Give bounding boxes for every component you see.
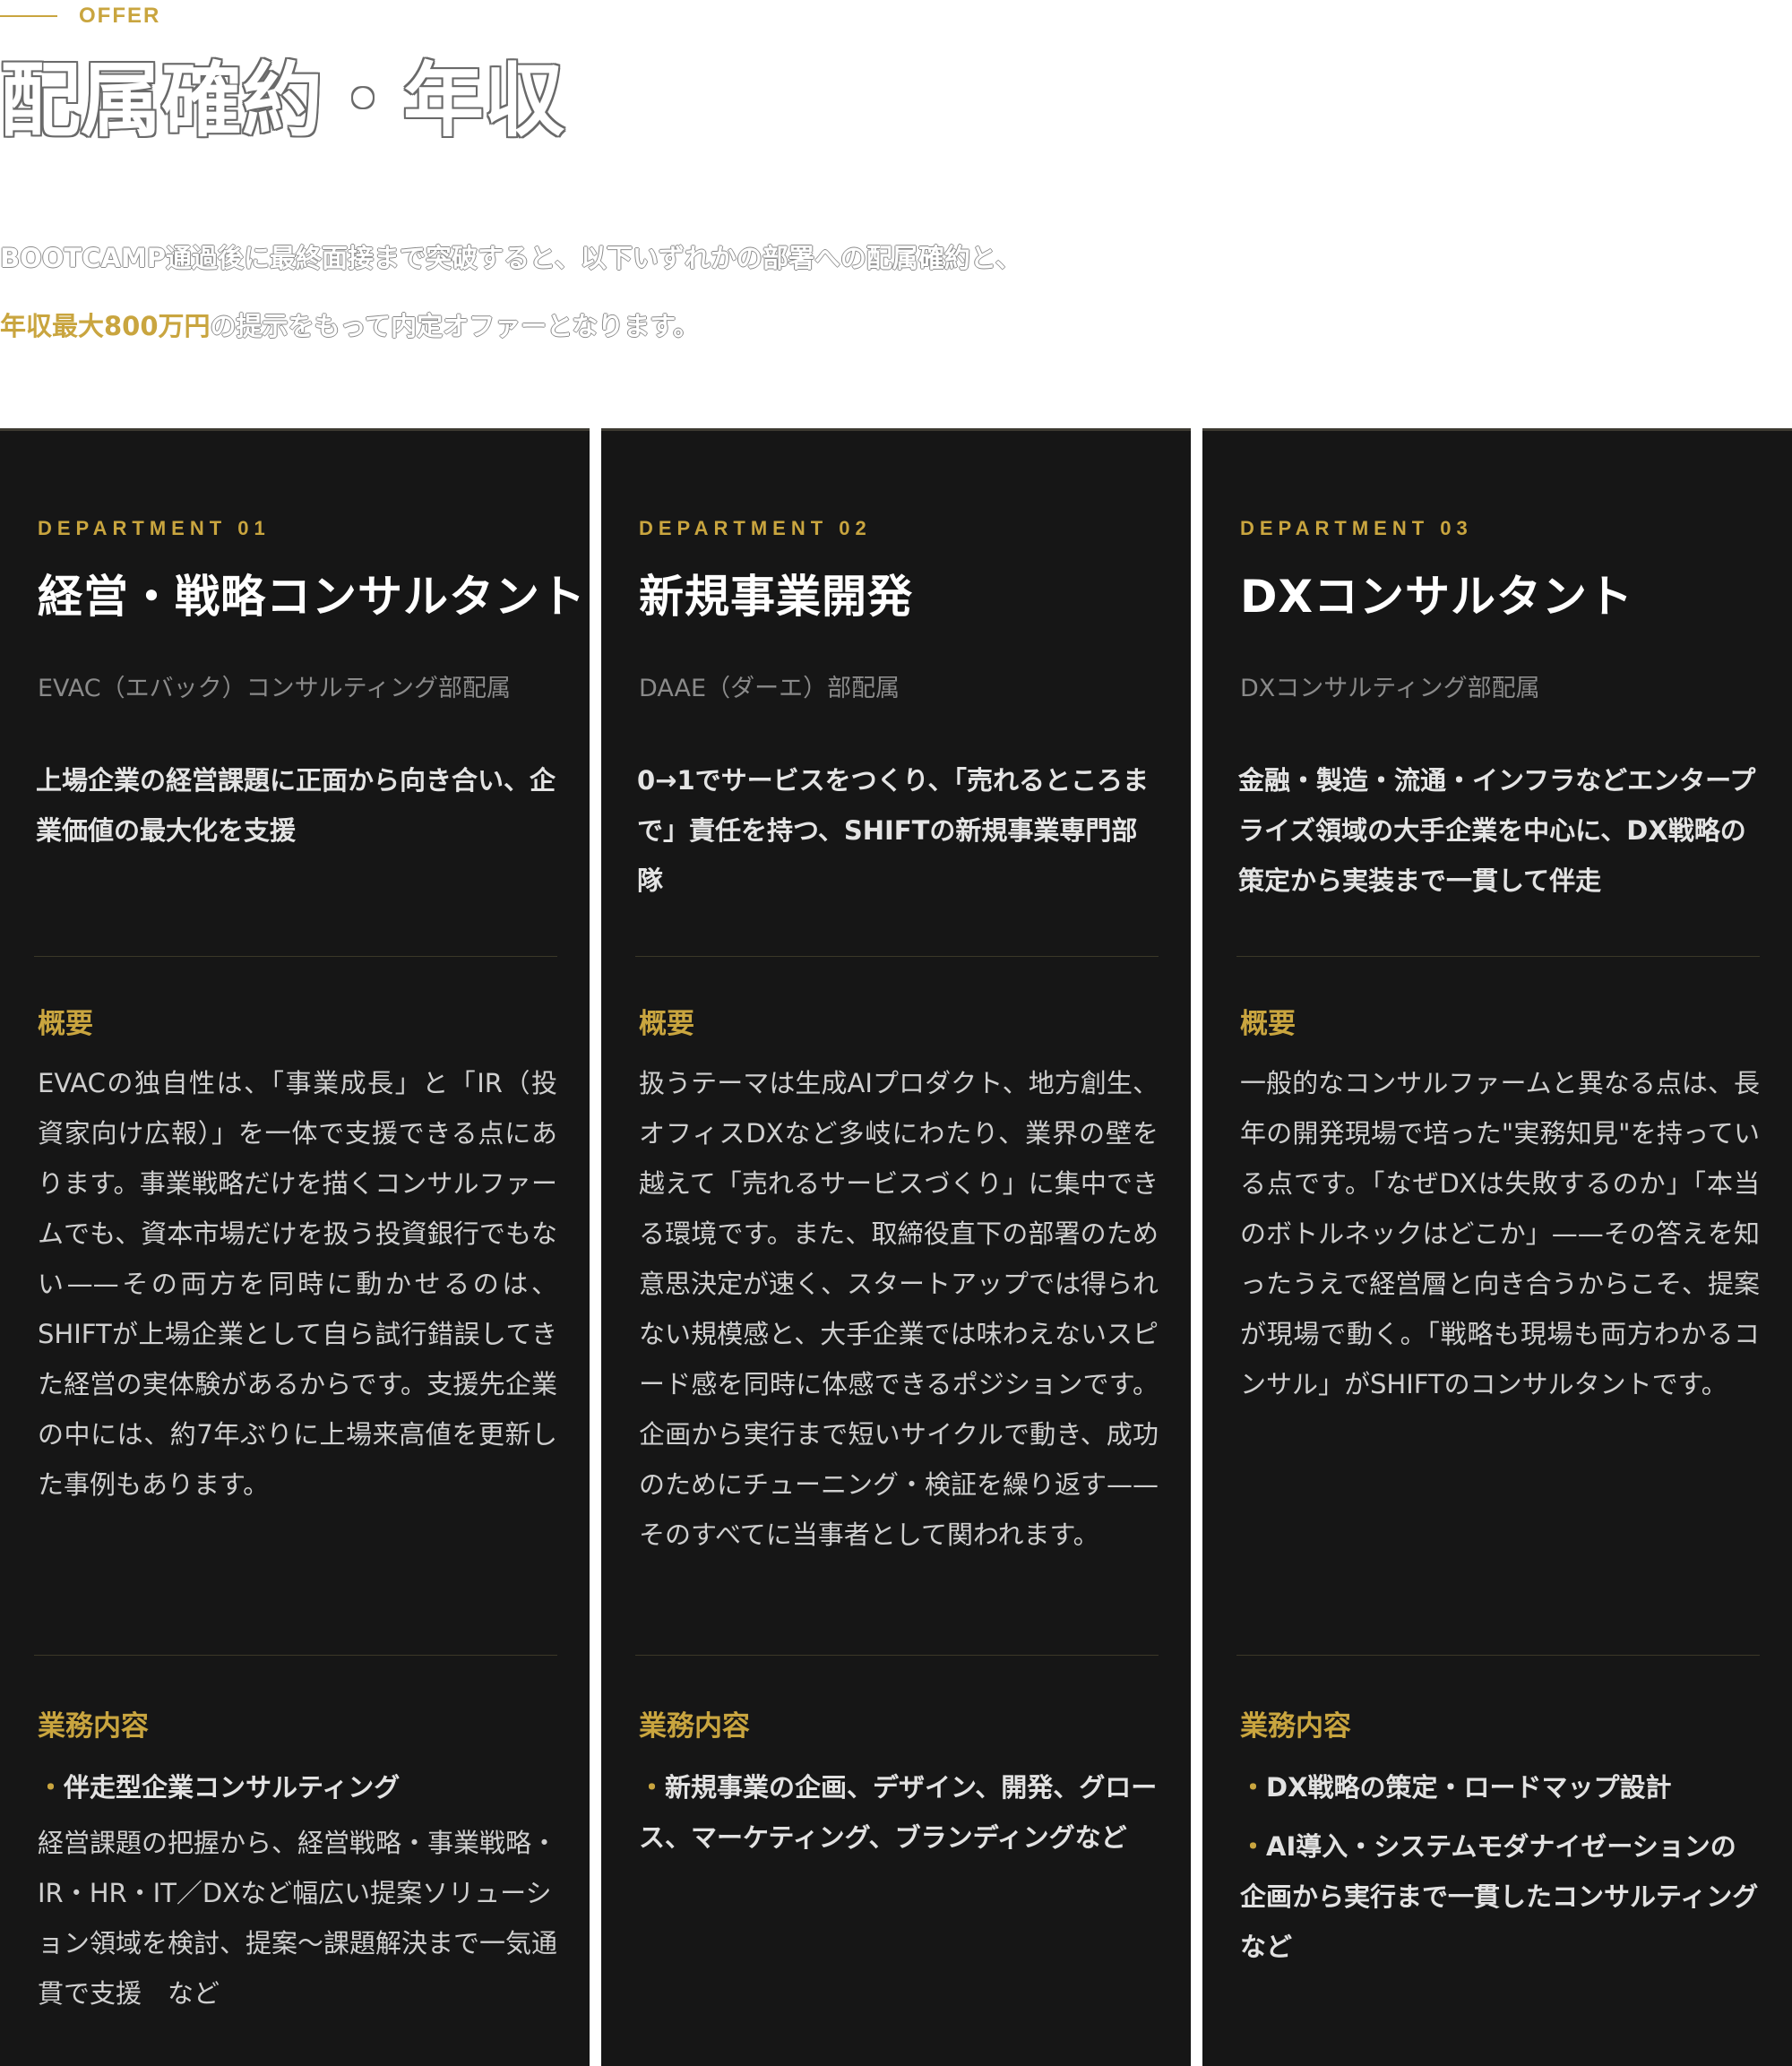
bullet-icon: ・ [38, 1772, 65, 1803]
bullet-icon: ・ [1240, 1831, 1267, 1862]
divider [34, 956, 557, 957]
duty-item: ・伴走型企業コンサルティング [38, 1762, 557, 1812]
divider [1236, 956, 1760, 957]
bullet-icon: ・ [1240, 1772, 1267, 1803]
bullet-icon: ・ [639, 1772, 666, 1803]
department-subtitle: DXコンサルティング部配属 [1240, 675, 1540, 702]
overview-text: 一般的なコンサルファームと異なる点は、長年の開発現場で培った"実務知見"を持って… [1240, 1068, 1760, 1399]
salary-highlight: 年収最大800万円 [0, 311, 211, 341]
duty-description: 経営課題の把握から、経営戦略・事業戦略・IR・HR・IT／DXなど幅広い提案ソリ… [38, 1828, 558, 2009]
duties-title: 業務内容 [38, 1710, 149, 1743]
page-title: 配属確約・年収 [0, 54, 564, 148]
department-lead: 0→1でサービスをつくり、「売れるところまで」責任を持つ、SHIFTの新規事業専… [637, 765, 1149, 896]
section-label-text: OFFER [79, 4, 161, 28]
department-title: 新規事業開発 [639, 571, 913, 623]
divider [635, 1655, 1159, 1656]
intro-line-2-rest: の提示をもって内定オファーとなります。 [210, 311, 700, 341]
duties-title: 業務内容 [639, 1710, 750, 1743]
duty-item: ・DX戦略の策定・ロードマップ設計 [1240, 1762, 1760, 1812]
divider [635, 956, 1159, 957]
department-card-1: DEPARTMENT 01 経営・戦略コンサルタント EVAC（エバック）コンサ… [0, 428, 590, 2066]
department-title: DXコンサルタント [1240, 571, 1634, 623]
section-label: OFFER [0, 4, 160, 29]
department-title: 経営・戦略コンサルタント [38, 571, 586, 623]
duty-item-text: 伴走型企業コンサルティング [64, 1772, 401, 1803]
duty-item: ・新規事業の企画、デザイン、開発、グロース、マーケティング、ブランディングなど [639, 1762, 1159, 1863]
department-subtitle: DAAE（ダーエ）部配属 [639, 675, 900, 702]
department-lead: 金融・製造・流通・インフラなどエンタープライズ領域の大手企業を中心に、DX戦略の… [1238, 765, 1756, 896]
intro-line-1: BOOTCAMP通過後に最終面接まで突破すると、以下いずれかの部署への配属確約と… [0, 243, 1021, 273]
department-lead: 上場企業の経営課題に正面から向き合い、企業価値の最大化を支援 [36, 765, 556, 846]
duty-item: ・AI導入・システムモダナイゼーションの企画から実行まで一貫したコンサルティング… [1240, 1821, 1784, 1972]
duties-title: 業務内容 [1240, 1710, 1351, 1743]
duty-item-text: AI導入・システムモダナイゼーションの企画から実行まで一貫したコンサルティング … [1240, 1831, 1785, 1962]
duty-item-text: 新規事業の企画、デザイン、開発、グロース、マーケティング、ブランディングなど [639, 1772, 1158, 1853]
overview-title: 概要 [1240, 1008, 1296, 1040]
intro-line-2: 年収最大800万円の提示をもって内定オファーとなります。 [0, 292, 1254, 360]
overview-text: 扱うテーマは生成AIプロダクト、地方創生、オフィスDXなど多岐にわたり、業界の壁… [639, 1068, 1159, 1550]
duties-list: ・DX戦略の策定・ロードマップ設計 ・AI導入・システムモダナイゼーションの企画… [1240, 1762, 1784, 1981]
department-number: DEPARTMENT 01 [38, 517, 271, 539]
duty-item-text: DX戦略の策定・ロードマップ設計 [1266, 1772, 1672, 1803]
divider [34, 1655, 557, 1656]
department-subtitle: EVAC（エバック）コンサルティング部配属 [38, 675, 512, 702]
department-card-2: DEPARTMENT 02 新規事業開発 DAAE（ダーエ）部配属 0→1でサー… [601, 428, 1191, 2066]
department-number: DEPARTMENT 03 [1240, 517, 1473, 539]
intro-text: BOOTCAMP通過後に最終面接まで突破すると、以下いずれかの部署への配属確約と… [0, 224, 1254, 360]
divider [1236, 1655, 1760, 1656]
section-label-line [0, 15, 57, 17]
department-number: DEPARTMENT 02 [639, 517, 872, 539]
duties-list: ・新規事業の企画、デザイン、開発、グロース、マーケティング、ブランディングなど [639, 1762, 1159, 1872]
overview-title: 概要 [639, 1008, 694, 1040]
department-card-3: DEPARTMENT 03 DXコンサルタント DXコンサルティング部配属 金融… [1202, 428, 1792, 2066]
duties-list: ・伴走型企業コンサルティング 経営課題の把握から、経営戦略・事業戦略・IR・HR… [38, 1762, 557, 2019]
overview-text: EVACの独自性は、「事業成長」と「IR（投資家向け広報）」を一体で支援できる点… [38, 1068, 557, 1500]
overview-title: 概要 [38, 1008, 93, 1040]
